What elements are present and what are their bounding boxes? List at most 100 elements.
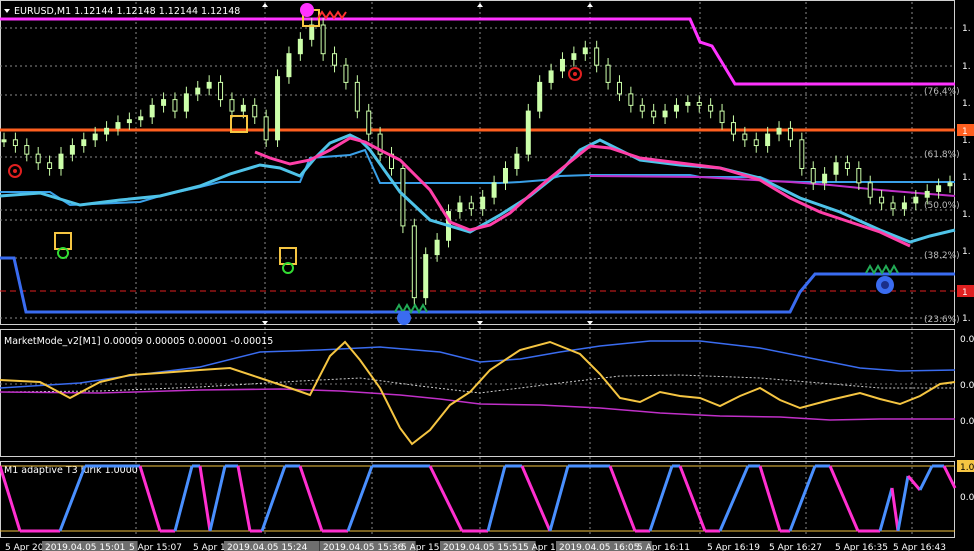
candle-body bbox=[548, 70, 554, 83]
candle-body bbox=[1, 139, 7, 143]
time-label: 5 Apr 15:07 bbox=[129, 543, 182, 551]
marketmode-title: MarketMode_v2[M1] 0.00009 0.00005 0.0000… bbox=[4, 336, 273, 347]
candle-body bbox=[719, 110, 725, 124]
candle-body bbox=[673, 104, 679, 112]
time-label: 5 Apr 1 bbox=[193, 543, 226, 551]
price-tick: 1. bbox=[962, 62, 971, 72]
candle-body bbox=[332, 53, 338, 66]
price-tick: 1. bbox=[962, 247, 971, 257]
candle-body bbox=[708, 104, 714, 112]
candle-body bbox=[753, 139, 759, 147]
candle-body bbox=[81, 139, 87, 147]
candle-body bbox=[810, 168, 816, 184]
candle-body bbox=[423, 254, 429, 299]
fib-label: (61.8%) bbox=[924, 150, 960, 160]
candle-body bbox=[514, 153, 520, 169]
candle-body bbox=[47, 162, 53, 169]
candle-body bbox=[616, 81, 622, 95]
candle-body bbox=[890, 202, 896, 210]
candle-body bbox=[69, 145, 75, 155]
candle-body bbox=[594, 47, 600, 66]
candle-body bbox=[480, 196, 486, 210]
price-tick: 1. bbox=[962, 136, 971, 146]
fib-label: (76.4%) bbox=[924, 87, 960, 97]
candle-body bbox=[799, 139, 805, 170]
candle-body bbox=[787, 127, 793, 141]
candle-body bbox=[195, 87, 201, 95]
candle-body bbox=[662, 110, 668, 118]
candle-body bbox=[525, 110, 531, 155]
time-label: 2019.04.05 16:05 bbox=[559, 543, 639, 551]
magenta-signal-icon bbox=[300, 3, 314, 17]
time-label: 2019.04.05 15:36 bbox=[323, 543, 404, 551]
candle-body bbox=[126, 119, 132, 124]
candle-body bbox=[559, 58, 565, 72]
time-label: 2019.04.05 15:24 bbox=[227, 543, 308, 551]
candle-body bbox=[172, 99, 178, 112]
time-label: 2019.04.05 15:01 bbox=[45, 543, 125, 551]
candle-body bbox=[206, 81, 212, 89]
marketmode-tick: 0.0 bbox=[960, 335, 974, 345]
t3-tick: 1.0 bbox=[960, 463, 974, 473]
blue-circle-icon bbox=[397, 311, 411, 325]
candle-body bbox=[104, 127, 110, 135]
chart-window: EURUSD,M1 1.12144 1.12148 1.12144 1.1214… bbox=[0, 0, 974, 551]
t3-tick: 0.0 bbox=[960, 493, 974, 503]
candle-body bbox=[730, 122, 736, 135]
candle-body bbox=[320, 24, 326, 55]
candle-body bbox=[92, 133, 98, 141]
marketmode-tick: 0.0 bbox=[960, 381, 974, 391]
candle-body bbox=[343, 64, 349, 83]
candle-body bbox=[411, 225, 417, 299]
candle-body bbox=[491, 182, 497, 198]
candle-body bbox=[765, 133, 771, 147]
candle-body bbox=[275, 76, 281, 141]
price-tick: 1. bbox=[962, 24, 971, 34]
candle-body bbox=[867, 182, 873, 198]
fib-label: (23.6%) bbox=[924, 315, 960, 325]
candle-body bbox=[468, 202, 474, 210]
candle-body bbox=[879, 196, 885, 204]
candle-body bbox=[696, 101, 702, 106]
candle-body bbox=[776, 127, 782, 135]
candle-body bbox=[434, 239, 440, 256]
candle-body bbox=[901, 202, 907, 210]
candle-body bbox=[309, 24, 315, 40]
candle-body bbox=[183, 93, 189, 112]
candle-body bbox=[924, 190, 930, 198]
candle-body bbox=[138, 116, 144, 121]
candle-body bbox=[354, 81, 360, 112]
candle-body bbox=[856, 168, 862, 184]
time-label: 5 Apr 16:27 bbox=[769, 543, 822, 551]
candle-body bbox=[947, 182, 953, 187]
time-label: 5 Apr 16:19 bbox=[707, 543, 760, 551]
candle-body bbox=[35, 153, 41, 164]
candle-body bbox=[366, 110, 372, 135]
time-label: 5 Apr 16:35 bbox=[835, 543, 888, 551]
candle-body bbox=[218, 81, 224, 101]
candle-body bbox=[833, 162, 839, 175]
candle-body bbox=[936, 185, 942, 192]
candle-body bbox=[252, 104, 258, 118]
price-tick: 1. bbox=[962, 210, 971, 220]
candle-body bbox=[115, 122, 121, 129]
candle-body bbox=[605, 64, 611, 83]
candle-body bbox=[571, 53, 577, 60]
price-badge-label: 1 bbox=[962, 127, 968, 137]
candle-body bbox=[913, 196, 919, 204]
candle-body bbox=[742, 133, 748, 141]
price-tick: 1. bbox=[962, 173, 971, 183]
time-axis: 5 Apr 2012019.04.05 15:01 5 Apr 15:07 5 Ap… bbox=[5, 541, 946, 551]
candle-body bbox=[24, 145, 30, 155]
candle-body bbox=[240, 104, 246, 112]
fib-label: (50.0%) bbox=[924, 201, 960, 211]
candle-body bbox=[149, 104, 155, 118]
candle-body bbox=[639, 104, 645, 112]
candle-body bbox=[286, 53, 292, 78]
candle-body bbox=[651, 110, 657, 118]
target-icon bbox=[13, 169, 17, 173]
candle-body bbox=[844, 162, 850, 169]
blue-circle-icon bbox=[881, 281, 889, 289]
price-tick: 1. bbox=[962, 99, 971, 109]
candle-body bbox=[582, 47, 588, 55]
